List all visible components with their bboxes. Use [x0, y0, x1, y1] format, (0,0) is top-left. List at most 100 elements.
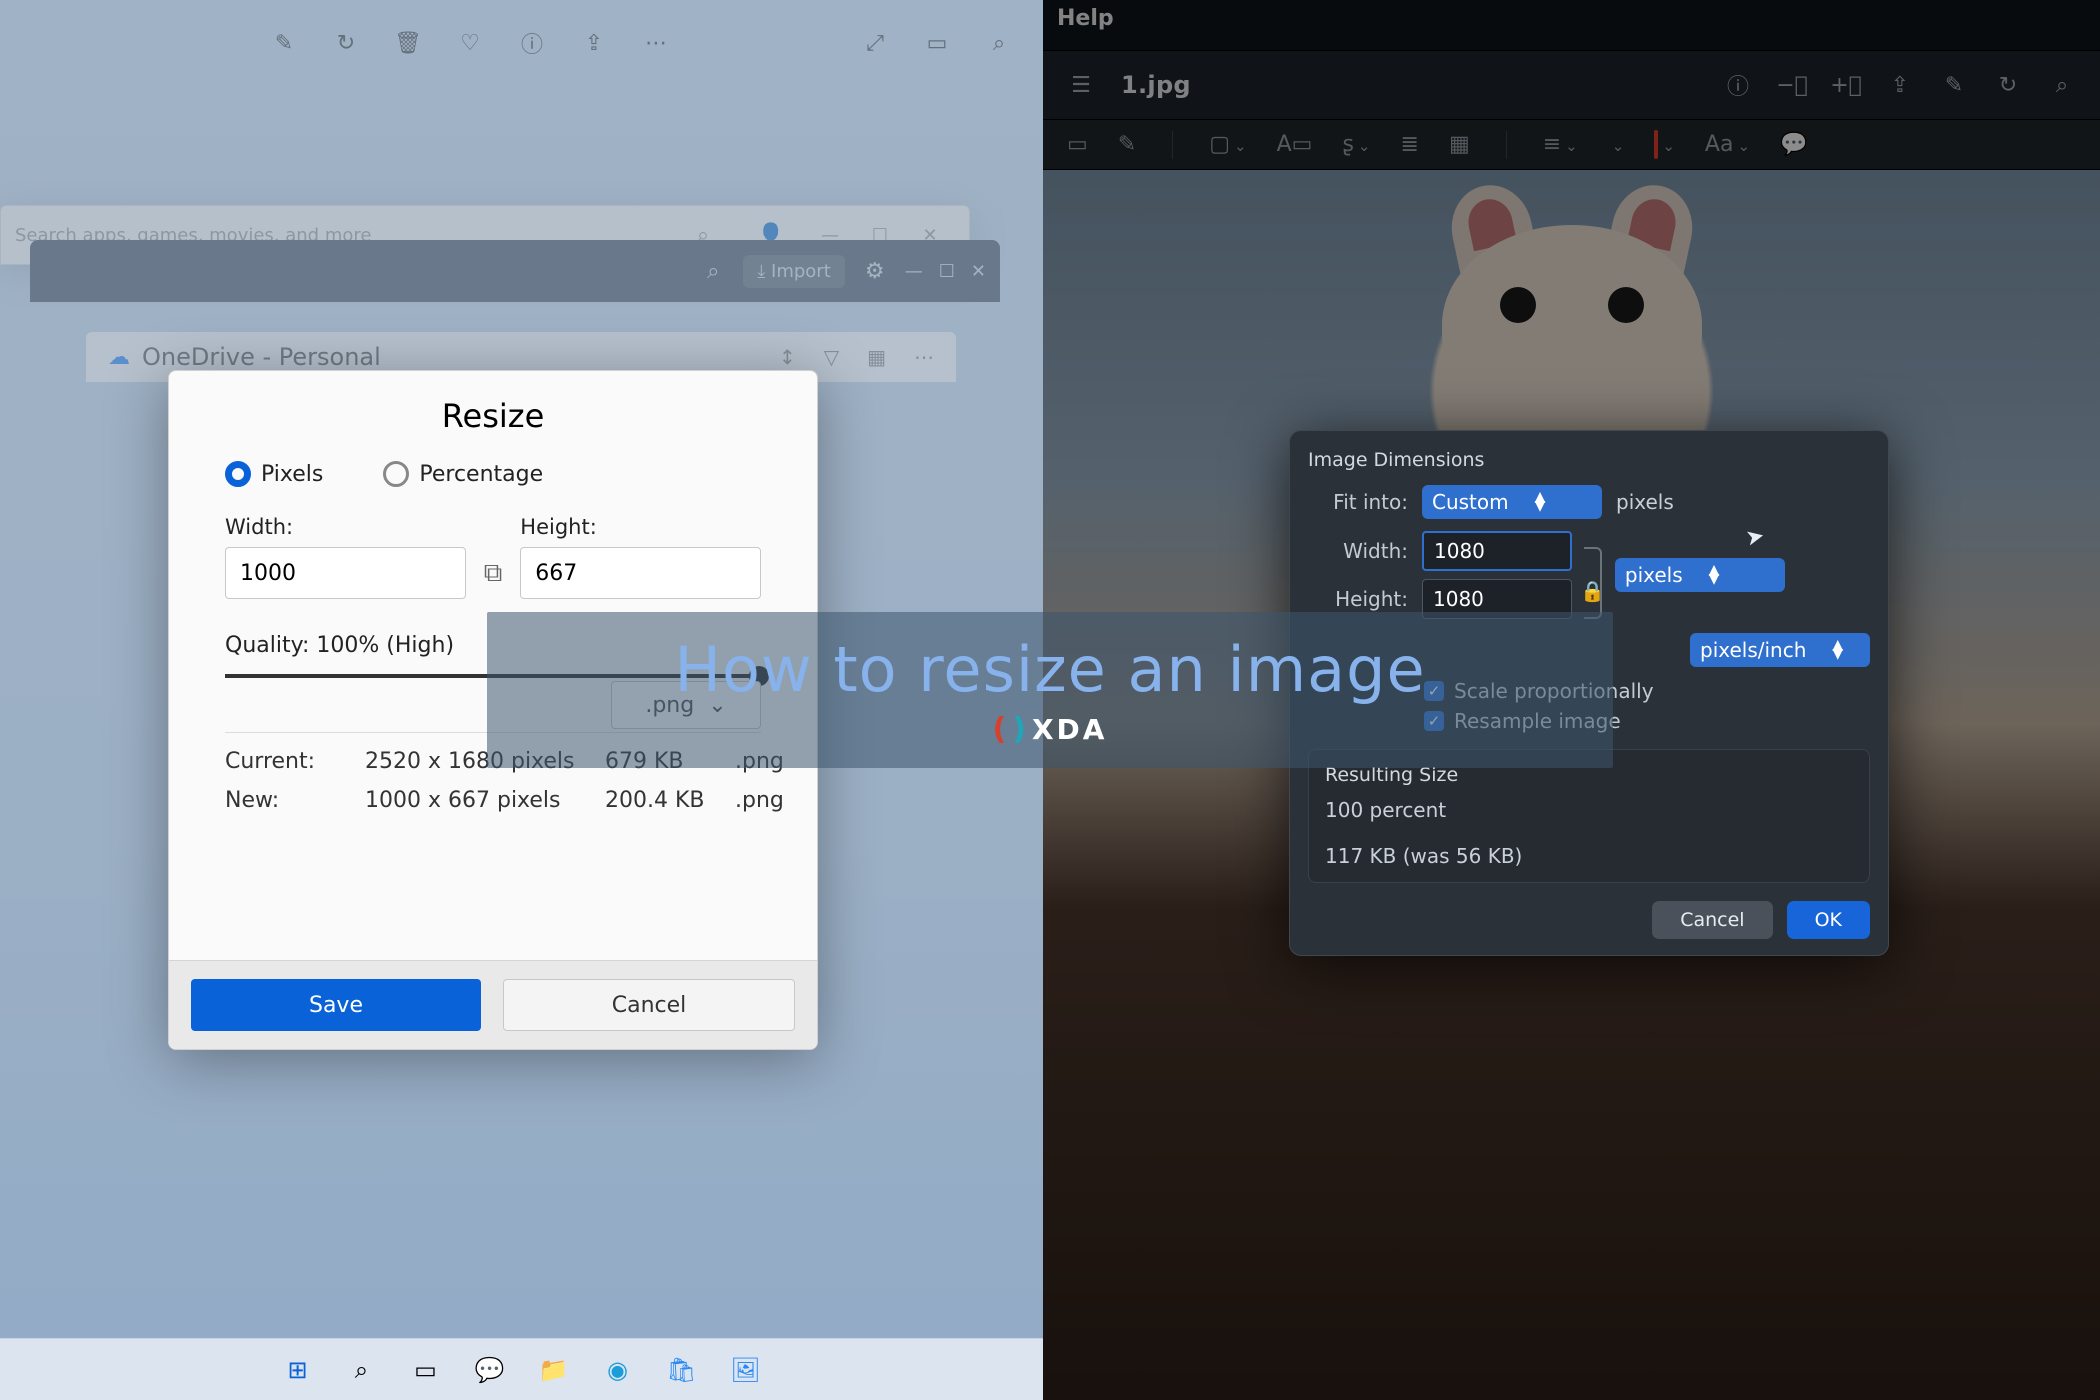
new-label: New:	[225, 788, 365, 813]
bracket-left-icon: (	[993, 712, 1007, 747]
rotate-icon[interactable]: ↻	[332, 29, 360, 57]
unit-value: pixels	[1625, 563, 1683, 587]
taskview-icon[interactable]: ▭	[406, 1350, 446, 1390]
article-headline-overlay: How to resize an image ( ) XDA	[487, 612, 1613, 768]
radio-percentage-label: Percentage	[419, 462, 543, 487]
text-tool-icon[interactable]: A▭	[1277, 132, 1313, 157]
height-input[interactable]	[520, 547, 761, 599]
grid-icon[interactable]: ▦	[867, 345, 886, 369]
search-icon[interactable]: ⌕	[342, 1350, 382, 1390]
select-tool-icon[interactable]: ▭	[1067, 132, 1088, 157]
cancel-button[interactable]: Cancel	[1652, 901, 1772, 939]
unit-select[interactable]: pixels ▲▼	[1615, 558, 1785, 592]
shapes-tool-icon[interactable]: ▢	[1209, 132, 1246, 157]
radio-pixels[interactable]: Pixels	[225, 461, 323, 487]
xda-text: XDA	[1032, 713, 1108, 746]
width-input[interactable]	[225, 547, 466, 599]
import-button[interactable]: ⤓ Import	[743, 255, 844, 288]
close-button[interactable]: ✕	[971, 261, 986, 282]
stroke-color-picker[interactable]	[1654, 132, 1675, 157]
fill-color-picker[interactable]	[1608, 132, 1625, 157]
sign-tool-icon[interactable]: ʂ	[1342, 132, 1370, 157]
result-percent: 100 percent	[1325, 798, 1853, 822]
fit-into-value: Custom	[1432, 490, 1509, 514]
cloud-icon: ☁	[108, 345, 130, 370]
maximize-button[interactable]: ☐	[939, 261, 955, 282]
settings-icon[interactable]: ⚙	[861, 257, 889, 285]
fit-into-select[interactable]: Custom ▲▼	[1422, 485, 1602, 519]
menu-help[interactable]: Help	[1057, 6, 1114, 31]
rotate-icon[interactable]: ↻	[1994, 71, 2022, 99]
onedrive-label[interactable]: OneDrive - Personal	[142, 343, 381, 371]
photos-icon[interactable]: 🖼	[726, 1350, 766, 1390]
width-input[interactable]	[1422, 531, 1572, 571]
ok-button[interactable]: OK	[1787, 901, 1870, 939]
sort-icon[interactable]: ↕	[779, 345, 796, 369]
info-icon[interactable]: ⓘ	[518, 29, 546, 57]
expand-icon[interactable]: ⤢	[861, 29, 889, 57]
filter-icon[interactable]: ▽	[824, 345, 839, 369]
share-icon[interactable]: ⇪	[580, 29, 608, 57]
sidebar-icon[interactable]: ☰	[1067, 71, 1095, 99]
radio-pixels-label: Pixels	[261, 462, 323, 487]
resolution-unit-select[interactable]: pixels/inch ▲▼	[1690, 633, 1870, 667]
height-label: Height:	[520, 515, 761, 539]
import-label: Import	[771, 261, 831, 282]
search-icon[interactable]: ⌕	[699, 257, 727, 285]
markup-icon[interactable]: ✎	[1940, 71, 1968, 99]
radio-percentage[interactable]: Percentage	[383, 461, 543, 487]
share-icon[interactable]: ⇪	[1886, 71, 1914, 99]
windows-taskbar: ⊞ ⌕ ▭ 💬 📁 ◉ 🛍 🖼	[0, 1338, 1043, 1400]
filmstrip-icon[interactable]: ▭	[923, 29, 951, 57]
chat-icon[interactable]: 💬	[470, 1350, 510, 1390]
new-extension: .png	[735, 788, 805, 813]
link-icon[interactable]: ⧉	[484, 558, 503, 589]
annotate-tool-icon[interactable]: 💬	[1780, 132, 1807, 157]
cancel-button[interactable]: Cancel	[503, 979, 795, 1031]
file-title: 1.jpg	[1121, 71, 1191, 99]
save-button[interactable]: Save	[191, 979, 481, 1031]
lock-icon[interactable]: 🔒	[1580, 579, 1605, 603]
dialog-footer: Save Cancel	[169, 960, 817, 1049]
fit-into-unit: pixels	[1616, 490, 1674, 514]
search-icon[interactable]: ⌕	[2048, 71, 2076, 99]
explorer-icon[interactable]: 📁	[534, 1350, 574, 1390]
edge-icon[interactable]: ◉	[598, 1350, 638, 1390]
section-image-dimensions: Image Dimensions	[1308, 449, 1870, 471]
more-icon[interactable]: ⋯	[914, 345, 934, 369]
more-icon[interactable]: ⋯	[642, 29, 670, 57]
font-tool-icon[interactable]: Aa	[1705, 132, 1750, 157]
delete-icon[interactable]: 🗑	[394, 29, 422, 57]
quality-label: Quality: 100% (High)	[225, 633, 454, 658]
result-filesize: 117 KB (was 56 KB)	[1325, 844, 1853, 868]
current-label: Current:	[225, 749, 365, 774]
dialog-title: Resize	[169, 397, 817, 435]
import-icon: ⤓	[757, 261, 771, 282]
minimize-button[interactable]: —	[905, 261, 923, 282]
zoom-out-icon[interactable]: −⃝	[1778, 71, 1806, 99]
store-icon[interactable]: 🛍	[662, 1350, 702, 1390]
info-icon[interactable]: ⓘ	[1724, 71, 1752, 99]
radio-dot-icon	[383, 461, 409, 487]
crop-tool-icon[interactable]: ▦	[1449, 132, 1470, 157]
width-label: Width:	[225, 515, 466, 539]
edit-icon[interactable]: ✎	[270, 29, 298, 57]
fit-into-label: Fit into:	[1308, 490, 1408, 514]
start-icon[interactable]: ⊞	[278, 1350, 318, 1390]
zoom-icon[interactable]: ⌕	[985, 29, 1013, 57]
updown-icon: ▲▼	[1709, 566, 1720, 584]
preview-titlebar: ☰ 1.jpg ⓘ −⃝ +⃝ ⇪ ✎ ↻ ⌕	[1043, 50, 2100, 120]
width-label: Width:	[1308, 539, 1408, 563]
cursor-icon: ➤	[1744, 523, 1767, 551]
updown-icon: ▲▼	[1832, 641, 1843, 659]
headline-text: How to resize an image	[674, 633, 1425, 706]
favorite-icon[interactable]: ♡	[456, 29, 484, 57]
note-tool-icon[interactable]: ≣	[1401, 132, 1419, 157]
lasso-tool-icon[interactable]: ✎	[1118, 132, 1136, 157]
zoom-in-icon[interactable]: +⃝	[1832, 71, 1860, 99]
markup-toolbar: ▭ ✎ ▢ A▭ ʂ ≣ ▦ ≡ Aa 💬	[1043, 120, 2100, 170]
updown-icon: ▲▼	[1535, 493, 1546, 511]
stroke-tool-icon[interactable]: ≡	[1543, 132, 1578, 157]
new-dimensions: 1000 x 667 pixels	[365, 788, 605, 813]
resolution-unit-value: pixels/inch	[1700, 638, 1806, 662]
